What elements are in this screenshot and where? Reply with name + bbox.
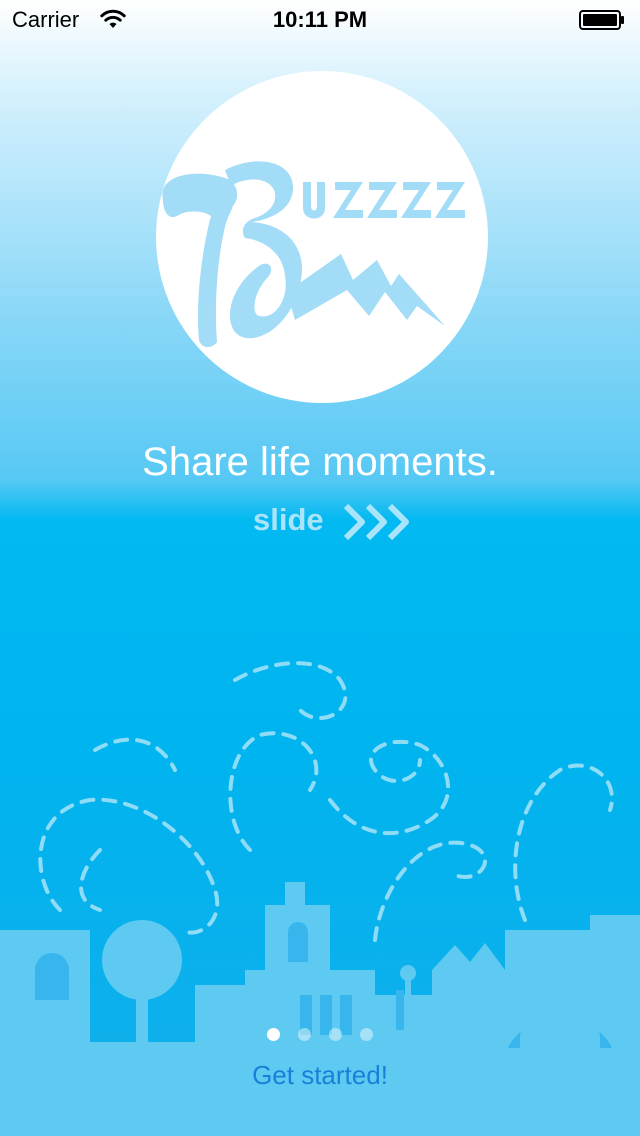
page-indicator[interactable] (0, 1028, 640, 1044)
tagline: Share life moments. (142, 440, 498, 484)
battery-icon (579, 10, 624, 30)
clock: 10:11 PM (272, 7, 368, 32)
page-dot[interactable] (360, 1028, 373, 1041)
slide-label: slide (253, 502, 324, 537)
buzzz-logo (155, 70, 489, 404)
buzzz-logo-icon (156, 71, 488, 403)
status-bar: Carrier 10:11 PM (0, 0, 640, 40)
slide-hint[interactable]: slide (250, 500, 420, 544)
page-dot[interactable] (298, 1028, 311, 1041)
page-dot[interactable] (329, 1028, 342, 1041)
get-started-button[interactable]: Get started! (0, 1060, 640, 1091)
page-dot-active[interactable] (267, 1028, 280, 1041)
triple-chevron-right-icon (343, 503, 409, 541)
